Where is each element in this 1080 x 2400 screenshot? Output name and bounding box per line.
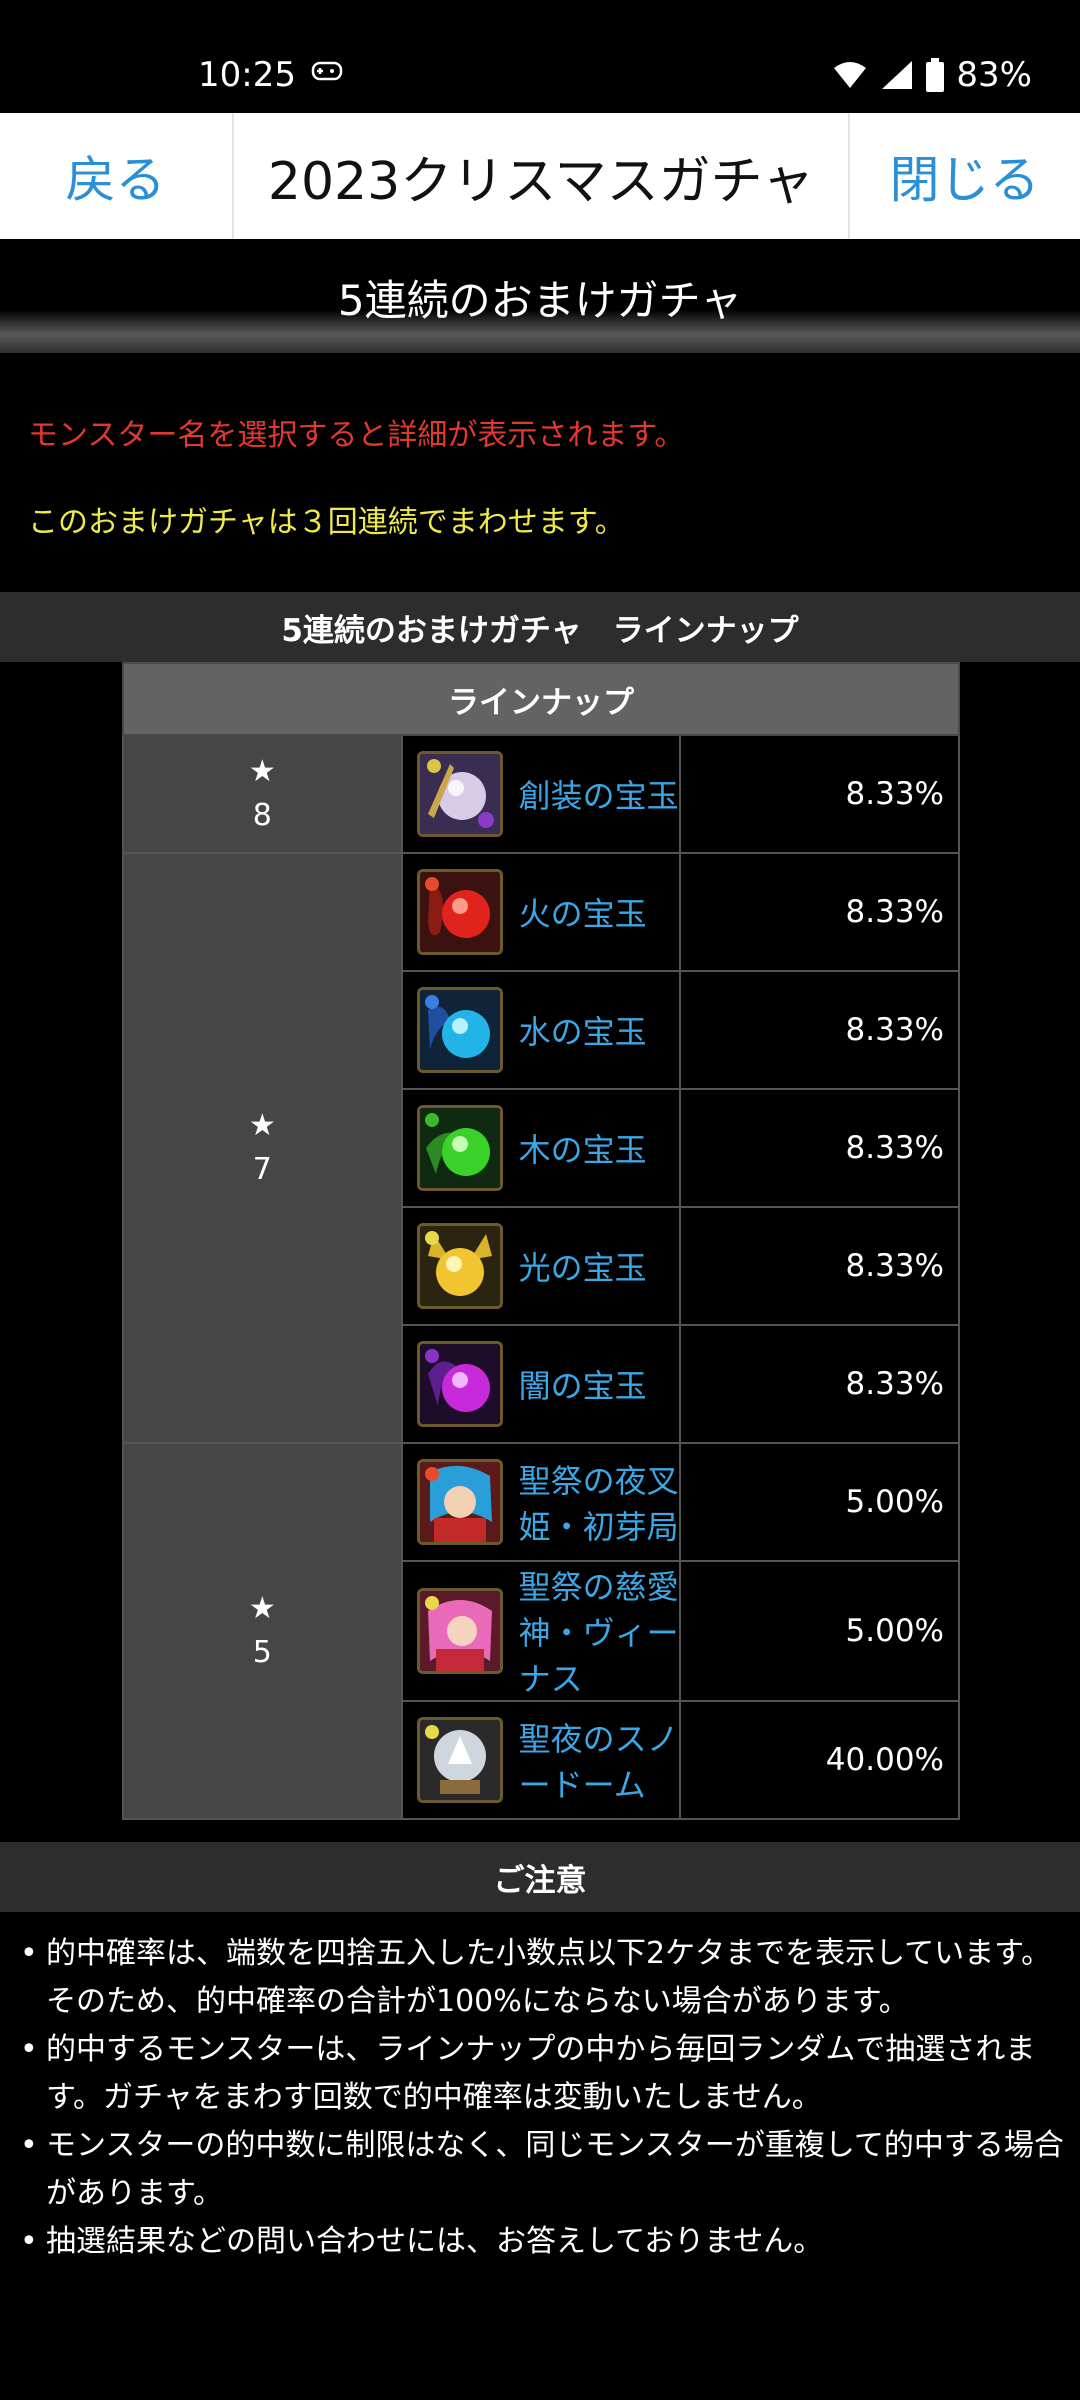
yasha-princess-icon[interactable] <box>416 1459 503 1545</box>
rate-value: 8.33% <box>679 1088 960 1208</box>
table-row: ★ 7 火の宝玉 8.33% <box>122 852 960 1444</box>
monster-cell: 創装の宝玉 <box>400 734 682 854</box>
battery-percent: 83% <box>956 55 1032 95</box>
navigation-bar: 戻る 2023クリスマスガチャ 閉じる <box>0 113 1080 239</box>
monster-cell: 聖祭の慈愛神・ヴィーナス <box>400 1560 682 1702</box>
rate-value: 8.33% <box>679 1324 960 1444</box>
water-orb-icon[interactable] <box>416 987 503 1073</box>
monster-cell: 水の宝玉 <box>400 970 682 1090</box>
monster-name-link[interactable]: 聖夜のスノードーム <box>519 1714 680 1806</box>
wifi-icon <box>834 62 867 88</box>
snow-globe-icon[interactable] <box>416 1717 503 1803</box>
monster-name-link[interactable]: 闇の宝玉 <box>519 1361 647 1407</box>
table-row: ★ 8 創装の宝玉 8.33% <box>122 734 960 854</box>
lineup-section-title: 5連続のおまけガチャ ラインナップ <box>0 592 1080 662</box>
venus-icon[interactable] <box>416 1588 503 1674</box>
monster-name-link[interactable]: 聖祭の夜叉姫・初芽局 <box>519 1456 680 1548</box>
monster-cell: 闇の宝玉 <box>400 1324 682 1444</box>
light-orb-icon[interactable] <box>416 1223 503 1309</box>
status-bar: 10:25 83% <box>0 0 1080 113</box>
wood-orb-icon[interactable] <box>416 1105 503 1191</box>
monster-name-link[interactable]: 水の宝玉 <box>519 1007 647 1053</box>
list-item: 的中確率は、端数を四捨五入した小数点以下2ケタまでを表示しています。そのため、的… <box>20 1930 1065 2026</box>
rarity-cell: ★ 5 <box>122 1442 403 1820</box>
monster-cell: 聖夜のスノードーム <box>400 1700 682 1820</box>
monster-name-link[interactable]: 聖祭の慈愛神・ヴィーナス <box>519 1562 680 1700</box>
rate-value: 8.33% <box>679 1206 960 1326</box>
star-icon: ★ <box>248 754 276 789</box>
select-monster-notice: モンスター名を選択すると詳細が表示されます。 <box>28 418 685 453</box>
rate-value: 40.00% <box>679 1700 960 1820</box>
monster-name-link[interactable]: 光の宝玉 <box>519 1243 647 1289</box>
rarity-value: 7 <box>252 1152 272 1187</box>
notes-section-title: ご注意 <box>0 1842 1080 1912</box>
signal-icon <box>882 61 913 89</box>
page-title: 2023クリスマスガチャ <box>232 113 850 239</box>
list-item: 的中するモンスターは、ラインナップの中から毎回ランダムで抽選されます。ガチャをま… <box>20 2026 1065 2122</box>
monster-cell: 火の宝玉 <box>400 852 682 972</box>
monster-cell: 木の宝玉 <box>400 1088 682 1208</box>
rate-value: 5.00% <box>679 1560 960 1702</box>
consecutive-spins-notice: このおまけガチャは３回連続でまわせます。 <box>28 505 625 540</box>
status-time: 10:25 <box>198 55 296 95</box>
gacha-header: 5連続のおまけガチャ <box>0 239 1080 353</box>
rarity-value: 8 <box>252 798 272 833</box>
back-button[interactable]: 戻る <box>0 113 231 239</box>
creation-orb-icon[interactable] <box>416 751 503 837</box>
status-indicators: 83% <box>832 50 1032 100</box>
rarity-cell: ★ 7 <box>122 852 403 1444</box>
monster-name-link[interactable]: 木の宝玉 <box>519 1125 647 1171</box>
close-button[interactable]: 閉じる <box>849 113 1080 239</box>
gamepad-icon <box>311 61 343 81</box>
notes-list: 的中確率は、端数を四捨五入した小数点以下2ケタまでを表示しています。そのため、的… <box>20 1930 1065 2266</box>
rarity-cell: ★ 8 <box>122 734 403 854</box>
fire-orb-icon[interactable] <box>416 869 503 955</box>
rarity-value: 5 <box>252 1635 272 1670</box>
rate-value: 8.33% <box>679 734 960 854</box>
battery-icon <box>926 58 945 92</box>
table-row: ★ 5 聖祭の夜叉姫・初芽局 5.00% <box>122 1442 960 1820</box>
star-icon: ★ <box>248 1591 276 1626</box>
star-icon: ★ <box>248 1108 276 1143</box>
list-item: 抽選結果などの問い合わせには、お答えしておりません。 <box>20 2218 1065 2266</box>
monster-cell: 光の宝玉 <box>400 1206 682 1326</box>
lineup-table: ラインナップ ★ 8 創装の宝玉 8.33% ★ 7 火の宝玉 8.33% 水の… <box>122 662 960 1820</box>
rate-value: 5.00% <box>679 1442 960 1562</box>
monster-cell: 聖祭の夜叉姫・初芽局 <box>400 1442 682 1562</box>
gacha-title: 5連続のおまけガチャ <box>337 276 743 325</box>
dark-orb-icon[interactable] <box>416 1341 503 1427</box>
rate-value: 8.33% <box>679 970 960 1090</box>
lineup-table-header: ラインナップ <box>122 662 960 736</box>
monster-name-link[interactable]: 創装の宝玉 <box>519 771 679 817</box>
list-item: モンスターの的中数に制限はなく、同じモンスターが重複して的中する場合があります。 <box>20 2122 1065 2218</box>
rate-value: 8.33% <box>679 852 960 972</box>
monster-name-link[interactable]: 火の宝玉 <box>519 889 647 935</box>
